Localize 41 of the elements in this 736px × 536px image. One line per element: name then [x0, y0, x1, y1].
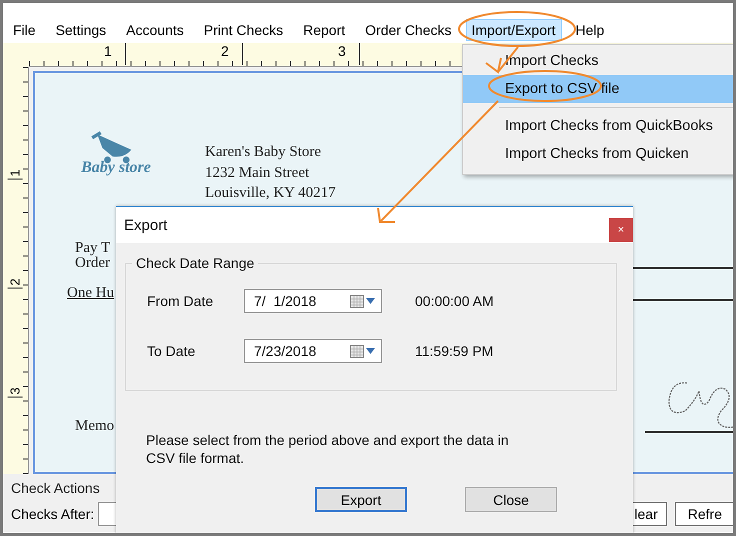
pay-to-label: Pay T: [75, 241, 110, 256]
menu-item[interactable]: File: [7, 19, 42, 41]
menu-item[interactable]: Help: [570, 19, 610, 41]
date-label: From Date: [147, 293, 214, 309]
menu-item[interactable]: Order Checks: [359, 19, 458, 41]
memo-label: Memo: [75, 418, 114, 435]
company-address-line: Karen's Baby Store: [205, 143, 322, 162]
action-button[interactable]: Refre: [674, 502, 733, 526]
instruction-text: Please select from the period above and export the data in CSV file format.: [146, 431, 510, 467]
menu-option[interactable]: Import Checks from Quicken: [463, 140, 733, 168]
menu-item[interactable]: Report: [297, 19, 352, 41]
time-text: 11:59:59 PM: [415, 343, 494, 359]
group-title: Check Actions: [11, 480, 100, 496]
menu-option[interactable]: Import Checks from QuickBooks: [463, 112, 733, 140]
time-text: 00:00:00 AM: [415, 293, 494, 309]
company-address-line: 1232 Main Street: [205, 164, 310, 182]
date-label: To Date: [147, 343, 196, 359]
date-picker[interactable]: 7/ 1/2018: [244, 289, 382, 313]
menu-option[interactable]: Export to CSV file: [463, 75, 733, 103]
dialog-title: Export: [123, 216, 168, 234]
close-button[interactable]: ×: [609, 218, 633, 242]
menu-item[interactable]: Import/Export: [466, 19, 562, 41]
menu-option[interactable]: Import Checks: [463, 47, 733, 75]
ruler-number: 2: [8, 278, 23, 289]
dialog-button[interactable]: Export: [315, 487, 407, 512]
amount-in-words: One Hu: [67, 285, 114, 302]
order-label: Order: [75, 256, 110, 271]
menu-item[interactable]: Accounts: [120, 19, 190, 41]
ruler-number: 3: [8, 387, 23, 398]
logo-text: Baby store: [81, 159, 151, 177]
ruler-number: 1: [104, 43, 126, 65]
group-title: Check Date Range: [132, 255, 258, 271]
checks-after-label: Checks After:: [11, 506, 94, 522]
date-picker[interactable]: 7/23/2018: [244, 339, 382, 363]
ruler-number: 3: [338, 43, 360, 65]
menu-item[interactable]: Settings: [50, 19, 112, 41]
company-address-line: Louisville, KY 40217: [205, 184, 336, 203]
menu-item[interactable]: Print Checks: [198, 19, 290, 41]
ruler-number: 1: [8, 169, 23, 180]
dialog-button[interactable]: Close: [465, 487, 557, 512]
ruler-number: 2: [221, 43, 243, 65]
